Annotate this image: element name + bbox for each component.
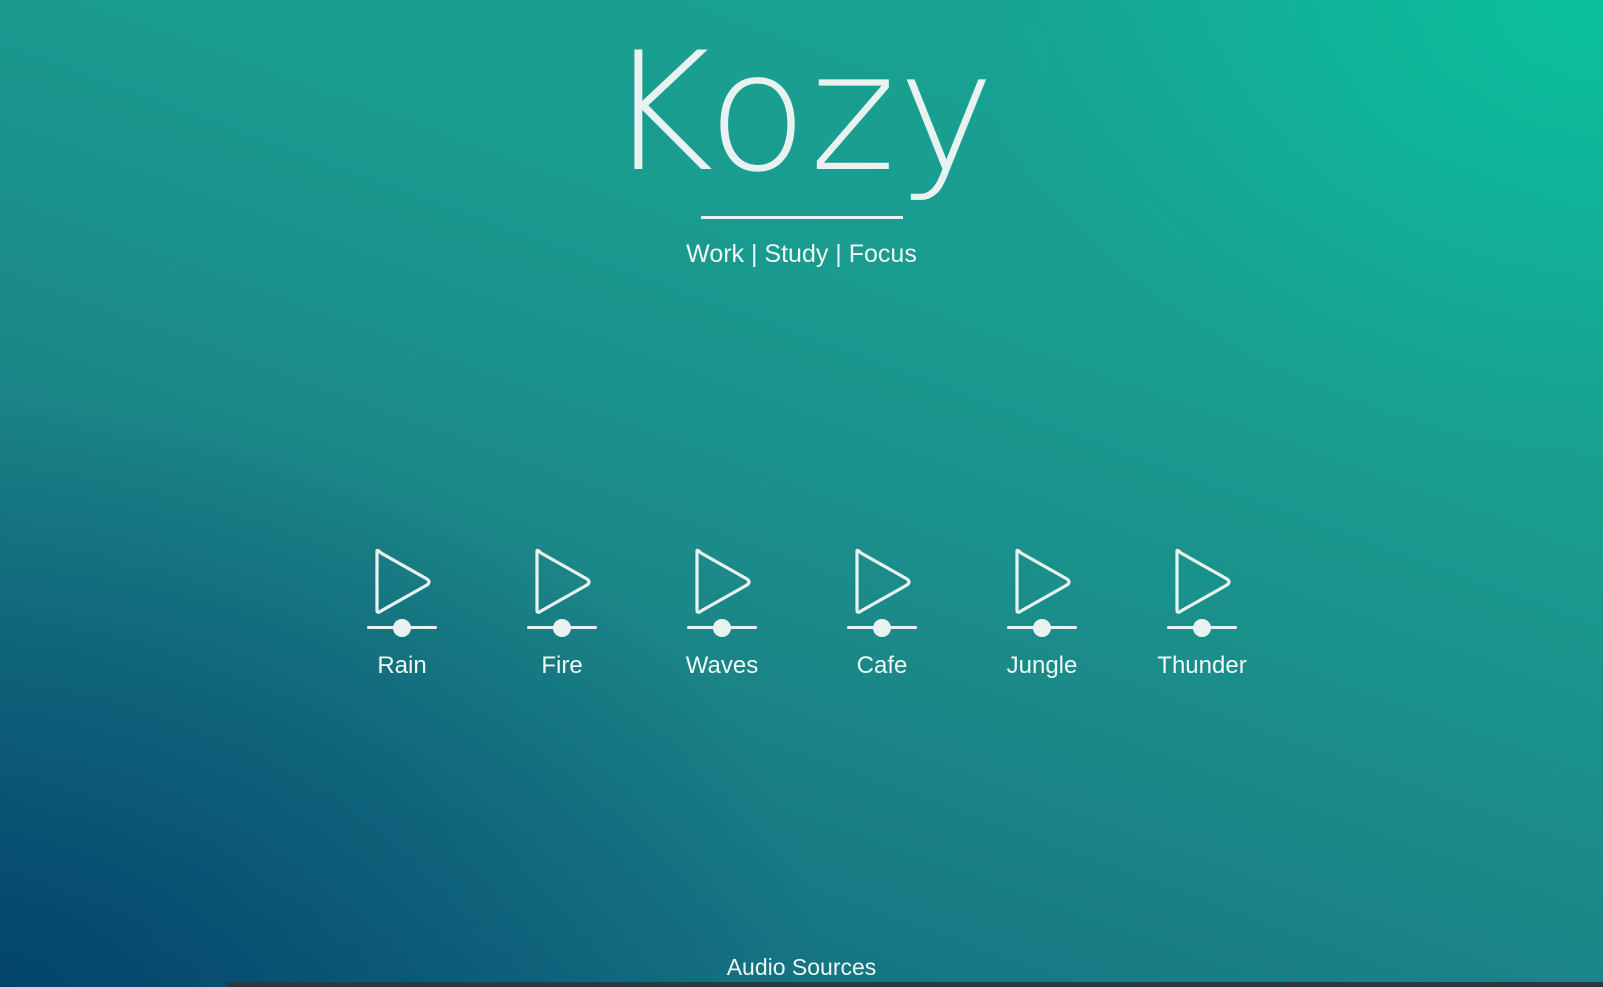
sound-label-fire: Fire [541, 652, 583, 679]
sound-jungle: Jungle [982, 548, 1102, 680]
play-icon [1175, 548, 1231, 614]
sound-label-rain: Rain [377, 652, 427, 679]
play-thunder-button[interactable] [1170, 548, 1234, 616]
play-icon [1015, 548, 1071, 614]
sound-rain: Rain [342, 548, 462, 680]
slider-thumb[interactable] [873, 619, 891, 637]
play-cafe-button[interactable] [850, 548, 914, 616]
sound-label-jungle: Jungle [1006, 652, 1078, 679]
tagline: Work | Study | Focus [686, 240, 917, 268]
volume-slider-fire[interactable] [527, 618, 597, 638]
sound-fire: Fire [502, 548, 622, 680]
slider-thumb[interactable] [393, 619, 411, 637]
sound-waves: Waves [662, 548, 782, 680]
play-fire-button[interactable] [530, 548, 594, 616]
sound-label-cafe: Cafe [856, 652, 908, 679]
volume-slider-thunder[interactable] [1167, 618, 1237, 638]
slider-thumb[interactable] [713, 619, 731, 637]
sound-label-thunder: Thunder [1157, 652, 1247, 679]
play-rain-button[interactable] [370, 548, 434, 616]
audio-sources-link[interactable]: Audio Sources [0, 954, 1603, 981]
volume-slider-rain[interactable] [367, 618, 437, 638]
sound-label-waves: Waves [685, 652, 759, 679]
play-icon [375, 548, 431, 614]
play-icon [855, 548, 911, 614]
sound-cafe: Cafe [822, 548, 942, 680]
slider-thumb[interactable] [553, 619, 571, 637]
bottom-bar [226, 982, 1603, 987]
title-divider [701, 216, 903, 219]
volume-slider-cafe[interactable] [847, 618, 917, 638]
app-title: Kozy [606, 17, 997, 208]
slider-thumb[interactable] [1033, 619, 1051, 637]
play-waves-button[interactable] [690, 548, 754, 616]
play-icon [535, 548, 591, 614]
volume-slider-waves[interactable] [687, 618, 757, 638]
sound-thunder: Thunder [1142, 548, 1262, 680]
slider-thumb[interactable] [1193, 619, 1211, 637]
volume-slider-jungle[interactable] [1007, 618, 1077, 638]
play-icon [695, 548, 751, 614]
play-jungle-button[interactable] [1010, 548, 1074, 616]
